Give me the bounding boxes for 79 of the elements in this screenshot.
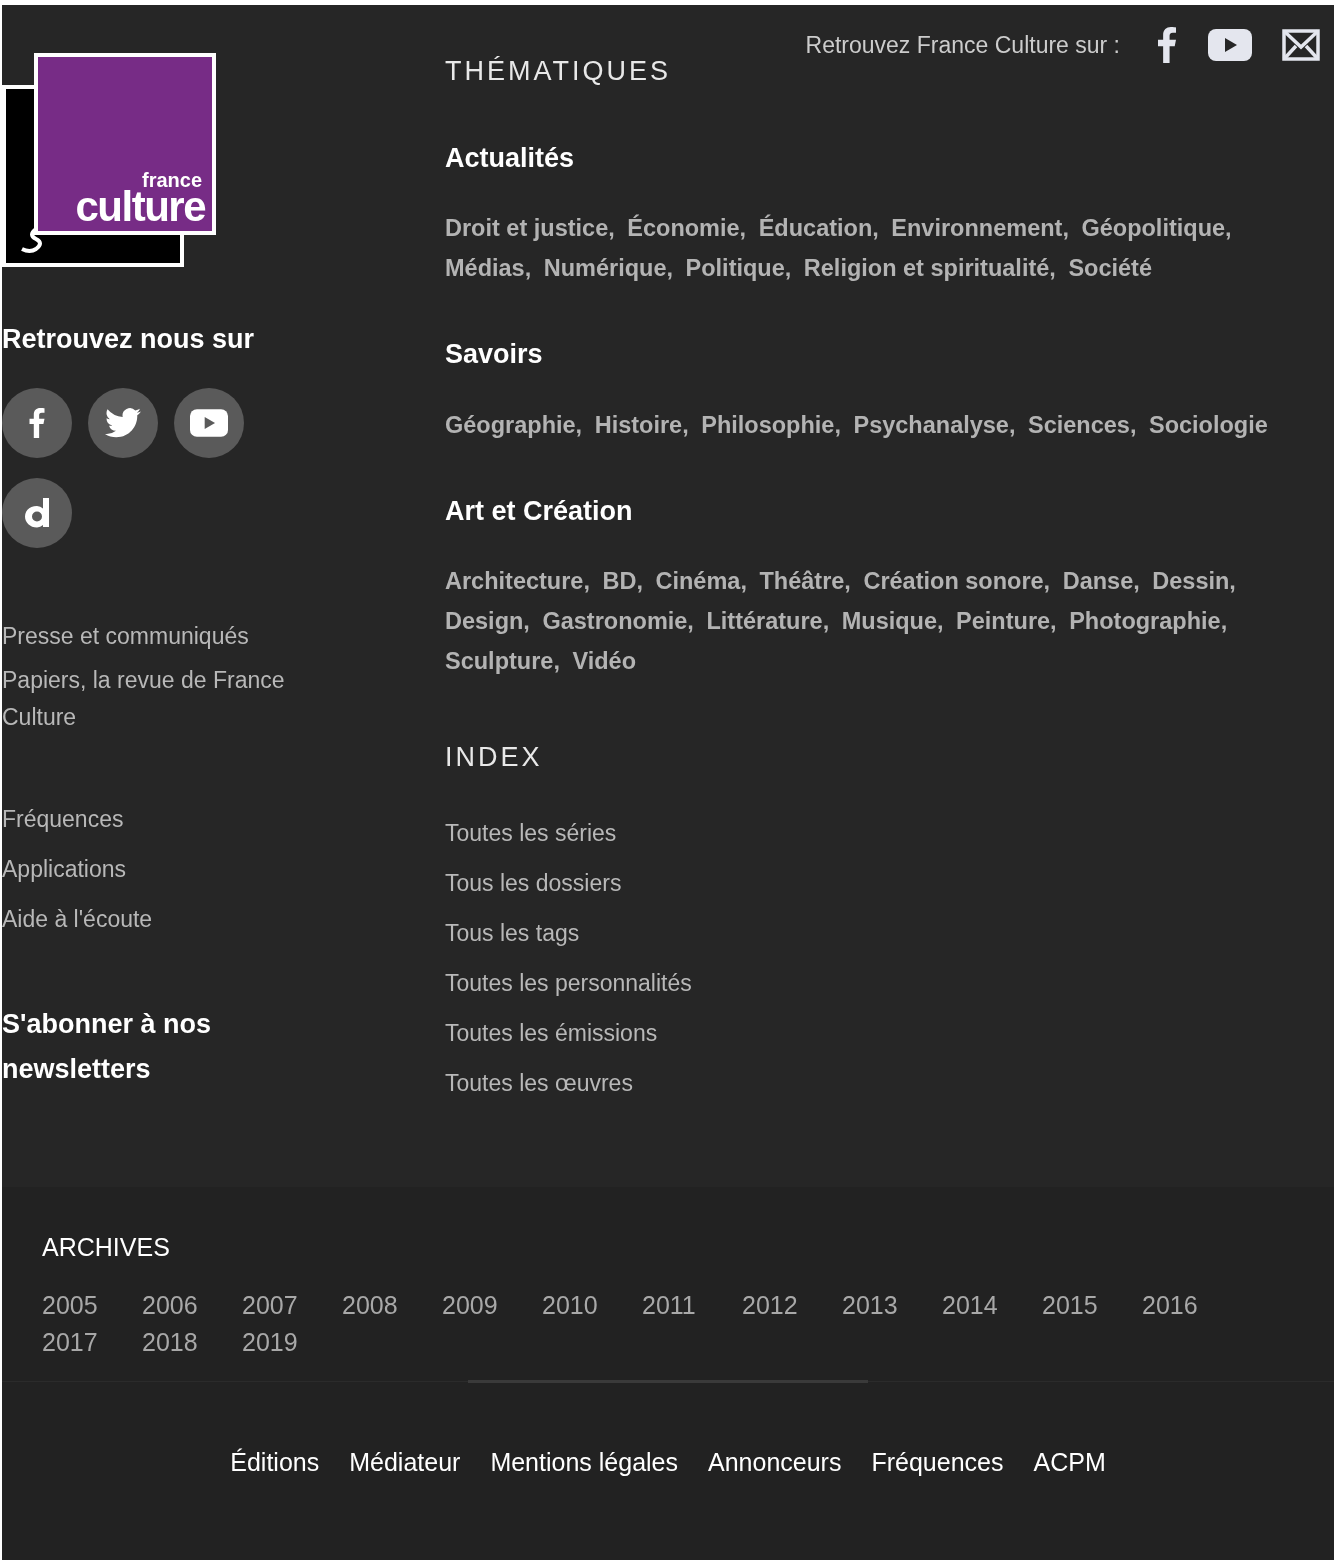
letter-d-icon xyxy=(24,497,50,528)
facebook-icon xyxy=(28,407,46,438)
topic-link[interactable]: Géographie, xyxy=(445,411,583,438)
year-link[interactable]: 2006 xyxy=(142,1286,242,1324)
footer-link[interactable]: Éditions xyxy=(230,1443,320,1481)
year-link[interactable]: 2011 xyxy=(642,1286,742,1324)
year-link[interactable]: 2007 xyxy=(242,1286,342,1324)
topic-link[interactable]: Éducation, xyxy=(758,215,879,241)
footer-link[interactable]: Applications xyxy=(2,847,445,890)
section-title: INDEX xyxy=(445,741,544,774)
topic-link[interactable]: Théâtre, xyxy=(759,568,851,594)
topic-heading[interactable]: Savoirs xyxy=(445,334,1320,375)
topic-link[interactable]: Photographie, xyxy=(1069,608,1228,634)
index-link[interactable]: Toutes les personnalités xyxy=(445,957,1320,1008)
index-link[interactable]: Tous les tags xyxy=(445,907,1320,958)
year-link[interactable]: 2014 xyxy=(942,1286,1042,1324)
topic-link[interactable]: Danse, xyxy=(1062,568,1140,594)
facebook-icon[interactable] xyxy=(1156,27,1178,63)
topic-link[interactable]: Histoire, xyxy=(594,411,689,438)
topic-link[interactable]: Design, xyxy=(445,608,530,634)
topic-heading[interactable]: Actualités xyxy=(445,137,1320,178)
index-link[interactable]: Toutes les émissions xyxy=(445,1007,1320,1058)
topic-link[interactable]: Géopolitique, xyxy=(1081,215,1232,241)
topic-link[interactable]: Gastronomie, xyxy=(542,608,694,634)
topic-link[interactable]: Musique, xyxy=(841,608,944,634)
topic-link[interactable]: BD, xyxy=(602,568,643,594)
topic-link[interactable]: Création sonore, xyxy=(863,568,1051,594)
footer-link[interactable]: Aide à l'écoute xyxy=(2,897,445,940)
footer-link[interactable]: Fréquences xyxy=(871,1443,1004,1481)
play-icon[interactable] xyxy=(1208,29,1252,61)
footer-link[interactable]: Médiateur xyxy=(349,1443,461,1481)
mail-icon[interactable] xyxy=(1282,29,1320,61)
topic-link[interactable]: Environnement, xyxy=(891,215,1069,241)
topic-link[interactable]: Droit et justice, xyxy=(445,215,615,241)
topic-link[interactable]: Numérique, xyxy=(543,255,673,281)
year-link[interactable]: 2005 xyxy=(42,1286,142,1324)
year-link[interactable]: 2009 xyxy=(442,1286,542,1324)
footer-link[interactable]: ACPM xyxy=(1033,1443,1106,1481)
footer-link[interactable]: Annonceurs xyxy=(708,1443,842,1481)
topic-link[interactable]: Médias, xyxy=(445,255,532,281)
section-title: THÉMATIQUES xyxy=(445,55,671,88)
footer-link[interactable]: Fréquences xyxy=(2,797,445,840)
year-link[interactable]: 2017 xyxy=(42,1323,142,1361)
topic-link[interactable]: Société xyxy=(1068,255,1152,281)
footer-link[interactable]: Presse et communiqués xyxy=(2,617,312,655)
year-link[interactable]: 2018 xyxy=(142,1323,242,1361)
archives-title: ARCHIVES xyxy=(42,1232,171,1263)
topic-link[interactable]: Philosophie, xyxy=(701,411,841,438)
topic-link[interactable]: Religion et spiritualité, xyxy=(803,255,1056,281)
index-link[interactable]: Toutes les œuvres xyxy=(445,1057,1320,1108)
newsletter-heading[interactable]: S'abonner à nos newsletters xyxy=(2,1001,262,1092)
bird-icon xyxy=(105,407,141,438)
topic-link[interactable]: Politique, xyxy=(685,255,792,281)
topic-link[interactable]: Cinéma, xyxy=(655,568,747,594)
footer-link[interactable]: Mentions légales xyxy=(490,1443,678,1481)
year-link[interactable]: 2010 xyxy=(542,1286,642,1324)
play-icon xyxy=(190,408,228,437)
topic-link[interactable]: Économie, xyxy=(627,215,747,241)
topic-link[interactable]: Dessin, xyxy=(1152,568,1236,594)
topic-link[interactable]: Sociologie xyxy=(1148,411,1268,438)
index-link[interactable]: Toutes les séries xyxy=(445,807,1320,858)
social-label: Retrouvez France Culture sur : xyxy=(805,30,1120,60)
topic-heading[interactable]: Art et Création xyxy=(445,490,1320,531)
year-link[interactable]: 2019 xyxy=(242,1323,342,1361)
year-link[interactable]: 2008 xyxy=(342,1286,442,1324)
year-link[interactable]: 2016 xyxy=(1142,1286,1242,1324)
follow-heading: Retrouvez nous sur xyxy=(2,323,256,356)
footer-link[interactable]: Papiers, la revue de France Culture xyxy=(2,662,312,736)
topic-link[interactable]: Littérature, xyxy=(706,608,830,634)
topic-link[interactable]: Psychanalyse, xyxy=(853,411,1016,438)
year-link[interactable]: 2012 xyxy=(742,1286,842,1324)
topic-link[interactable]: Peinture, xyxy=(956,608,1057,634)
topic-link[interactable]: Sculpture, xyxy=(445,648,560,674)
index-link[interactable]: Tous les dossiers xyxy=(445,857,1320,908)
year-link[interactable]: 2013 xyxy=(842,1286,942,1324)
topic-link[interactable]: Sciences, xyxy=(1028,411,1137,438)
topic-link[interactable]: Vidéo xyxy=(572,648,636,674)
topic-link[interactable]: Architecture, xyxy=(445,568,590,594)
year-link[interactable]: 2015 xyxy=(1042,1286,1142,1324)
